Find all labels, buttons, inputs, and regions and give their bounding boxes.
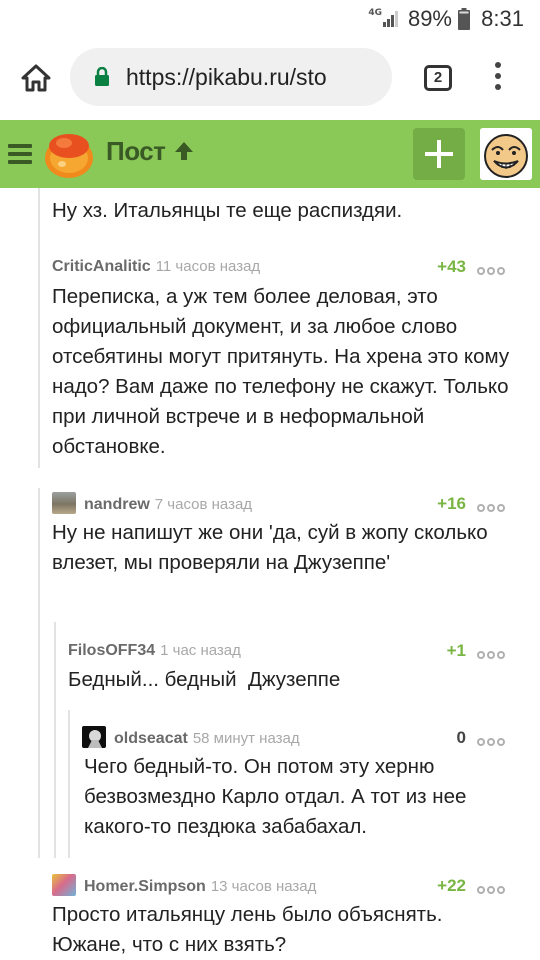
comment-time[interactable]: 13 часов назад [211,878,317,895]
comments-list: Ну хз. Итальянцы те еще распиздяи. Criti… [0,188,540,960]
battery-icon [458,8,470,30]
avatar[interactable] [82,726,106,748]
arrow-up-icon[interactable] [172,140,196,162]
user-avatar[interactable] [480,128,532,180]
comment-header: nandrew 7 часов назад [52,492,252,516]
browser-toolbar: https://pikabu.ru/sto 2 [0,36,540,120]
thread-line [54,622,56,858]
comment-header: CriticAnalitic 11 часов назад [52,255,260,279]
status-bar: 4G 89% 8:31 [0,0,540,36]
comment-text: Бедный... бедный Джузеппе [68,668,341,691]
comment-time[interactable]: 7 часов назад [155,496,252,513]
clock: 8:31 [481,6,524,31]
comment-time[interactable]: 11 часов назад [156,258,260,275]
lock-icon [95,67,109,86]
comment-author[interactable]: FilosOFF34 [68,642,155,659]
comment-rating: +22 [437,876,466,895]
comment-rating: +1 [446,641,466,660]
avatar-image [88,730,102,748]
comment-time[interactable]: 58 минут назад [193,730,300,747]
comment-author[interactable]: CriticAnalitic [52,258,151,275]
signal-icon [383,11,398,27]
comment-author[interactable]: oldseacat [114,730,188,747]
comment-header: Homer.Simpson 13 часов назад [52,874,316,898]
comment-author[interactable]: nandrew [84,496,150,513]
pikabu-logo[interactable] [42,128,96,180]
url-text[interactable]: https://pikabu.ru/sto [126,64,378,90]
comment-text: Чего бедный-то. Он потом эту херню безво… [84,755,467,838]
comment-text: Ну хз. Итальянцы те еще распиздяи. [52,199,403,222]
comment-rating: +16 [437,494,466,513]
page-title: Пост [106,136,166,166]
comment-text: Ну не напишут же они 'да, суй в жопу ско… [52,521,488,574]
battery-percent: 89% [407,6,452,31]
comment-more-icon[interactable] [477,646,509,659]
comment-rating: 0 [456,728,466,747]
thread-line [38,488,40,858]
network-type: 4G [368,8,382,18]
comment-header: FilosOFF34 1 час назад [68,639,241,663]
comment-rating: +43 [437,257,466,276]
comment-author[interactable]: Homer.Simpson [84,878,206,895]
home-icon[interactable] [20,62,52,94]
avatar[interactable] [52,874,76,896]
comment-more-icon[interactable] [477,499,509,512]
thread-line [68,710,70,858]
add-post-button[interactable] [413,128,465,180]
user-avatar-face-icon [480,128,532,180]
comment-time[interactable]: 1 час назад [160,642,241,659]
comment-more-icon[interactable] [477,881,509,894]
tab-switcher-button[interactable]: 2 [424,65,452,91]
comment-header: oldseacat 58 минут назад [82,726,300,750]
comment-more-icon[interactable] [477,262,509,275]
address-bar[interactable]: https://pikabu.ru/sto [70,48,392,106]
avatar[interactable] [52,492,76,514]
browser-menu-icon[interactable] [488,62,508,94]
comment-text: Переписка, а уж тем более деловая, это о… [52,285,510,458]
thread-line [38,188,40,468]
comment-text: Просто итальянцу лень было объяснять. Юж… [52,903,443,956]
comment-more-icon[interactable] [477,733,509,746]
site-header: Пост [0,120,540,188]
menu-icon[interactable] [8,144,32,168]
